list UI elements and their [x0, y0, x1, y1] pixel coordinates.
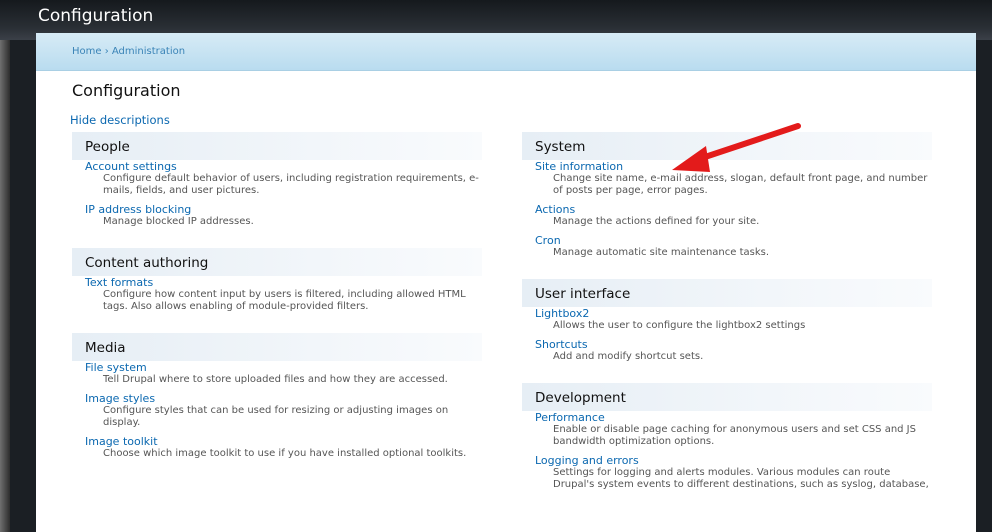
file-system-link[interactable]: File system [85, 361, 482, 374]
shortcuts-link[interactable]: Shortcuts [535, 338, 932, 351]
config-item: Lightbox2 Allows the user to configure t… [522, 307, 932, 338]
window-title: Configuration [38, 6, 154, 26]
ip-address-blocking-link[interactable]: IP address blocking [85, 203, 482, 216]
config-block-media: Media File system Tell Drupal where to s… [72, 333, 482, 466]
cron-link[interactable]: Cron [535, 234, 932, 247]
item-description: Configure default behavior of users, inc… [103, 173, 479, 196]
item-description: Manage the actions defined for your site… [553, 216, 760, 227]
actions-link[interactable]: Actions [535, 203, 932, 216]
item-description: Enable or disable page caching for anony… [553, 424, 916, 447]
item-description: Manage blocked IP addresses. [103, 216, 254, 227]
performance-link[interactable]: Performance [535, 411, 932, 424]
block-heading: Content authoring [72, 248, 482, 276]
config-block-development: Development Performance Enable or disabl… [522, 383, 932, 497]
breadcrumb-bar: Home › Administration [36, 33, 976, 71]
config-item: Account settings Configure default behav… [72, 160, 482, 203]
config-block-people: People Account settings Configure defaul… [72, 132, 482, 234]
item-description: Configure styles that can be used for re… [103, 405, 449, 428]
image-styles-link[interactable]: Image styles [85, 392, 482, 405]
lightbox2-link[interactable]: Lightbox2 [535, 307, 932, 320]
item-description: Settings for logging and alerts modules.… [553, 467, 929, 490]
config-block-user-interface: User interface Lightbox2 Allows the user… [522, 279, 932, 369]
config-item: Image styles Configure styles that can b… [72, 392, 482, 435]
item-description: Change site name, e-mail address, slogan… [553, 173, 928, 196]
annotation-arrow-icon [672, 123, 801, 172]
config-item: File system Tell Drupal where to store u… [72, 361, 482, 392]
text-formats-link[interactable]: Text formats [85, 276, 482, 289]
breadcrumb[interactable]: Home › Administration [72, 46, 185, 57]
right-column: System Site information Change site name… [522, 132, 932, 511]
item-description: Tell Drupal where to store uploaded file… [103, 374, 448, 385]
config-block-content-authoring: Content authoring Text formats Configure… [72, 248, 482, 319]
account-settings-link[interactable]: Account settings [85, 160, 482, 173]
item-description: Allows the user to configure the lightbo… [553, 320, 806, 331]
config-item: Image toolkit Choose which image toolkit… [72, 435, 482, 466]
config-item: Shortcuts Add and modify shortcut sets. [522, 338, 932, 369]
config-item: Performance Enable or disable page cachi… [522, 411, 932, 454]
left-column: People Account settings Configure defaul… [72, 132, 482, 480]
hide-descriptions-link[interactable]: Hide descriptions [70, 113, 170, 127]
config-item: Text formats Configure how content input… [72, 276, 482, 319]
page-title: Configuration [72, 81, 181, 100]
block-heading: User interface [522, 279, 932, 307]
config-item: IP address blocking Manage blocked IP ad… [72, 203, 482, 234]
left-edge [0, 40, 10, 532]
config-item: Cron Manage automatic site maintenance t… [522, 234, 932, 265]
overlay-panel: Home › Administration Configuration Hide… [36, 33, 976, 532]
config-item: Logging and errors Settings for logging … [522, 454, 932, 497]
logging-and-errors-link[interactable]: Logging and errors [535, 454, 932, 467]
image-toolkit-link[interactable]: Image toolkit [85, 435, 482, 448]
config-item: Actions Manage the actions defined for y… [522, 203, 932, 234]
item-description: Choose which image toolkit to use if you… [103, 448, 467, 459]
item-description: Manage automatic site maintenance tasks. [553, 247, 770, 258]
block-heading: Development [522, 383, 932, 411]
block-heading: People [72, 132, 482, 160]
item-description: Add and modify shortcut sets. [553, 351, 704, 362]
item-description: Configure how content input by users is … [103, 289, 466, 312]
block-heading: Media [72, 333, 482, 361]
